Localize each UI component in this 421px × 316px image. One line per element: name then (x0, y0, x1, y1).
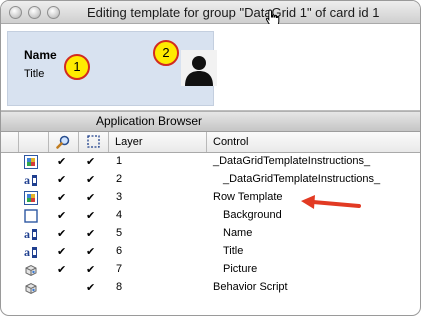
selectable-check[interactable]: ✔ (86, 209, 95, 222)
table-row[interactable]: a ✔ ✔ 2 _DataGridTemplateInstructions_ (1, 171, 420, 189)
app-browser-titlebar[interactable]: Application Browser (1, 111, 420, 132)
control-name[interactable]: Behavior Script (213, 281, 288, 293)
visible-check[interactable]: ✔ (57, 173, 66, 186)
selectable-check[interactable]: ✔ (86, 155, 95, 168)
template-window-titlebar[interactable]: Editing template for group "DataGrid 1" … (1, 1, 420, 24)
template-canvas: Name Title 1 2 (1, 24, 420, 110)
layer-number: 3 (116, 191, 123, 203)
layer-number: 7 (116, 263, 123, 275)
graphic-icon (24, 209, 38, 223)
visible-check[interactable]: ✔ (57, 191, 66, 204)
app-browser-title: Application Browser (96, 114, 203, 128)
visible-check[interactable]: ✔ (57, 227, 66, 240)
selectable-check[interactable]: ✔ (86, 227, 95, 240)
header-col-selected[interactable] (79, 132, 109, 152)
svg-text:a: a (24, 245, 30, 259)
callout-badge-2: 2 (153, 40, 179, 66)
visible-check[interactable]: ✔ (57, 245, 66, 258)
header-layer-label: Layer (115, 136, 143, 148)
layer-number: 4 (116, 209, 123, 221)
layer-number: 1 (116, 155, 123, 167)
visible-check[interactable]: ✔ (57, 155, 66, 168)
header-control-label: Control (213, 136, 249, 148)
selectable-check[interactable]: ✔ (86, 263, 95, 276)
zoom-button[interactable] (47, 6, 60, 19)
svg-text:a: a (24, 227, 30, 241)
header-col-icon[interactable] (19, 132, 49, 152)
header-col-blank[interactable] (1, 132, 19, 152)
layer-number: 8 (116, 281, 123, 293)
layer-number: 5 (116, 227, 123, 239)
layer-number: 6 (116, 245, 123, 257)
selectable-check[interactable]: ✔ (86, 191, 95, 204)
field-icon: a (24, 173, 37, 187)
svg-text:a: a (24, 173, 30, 187)
person-silhouette-icon[interactable] (181, 50, 217, 86)
header-col-visible[interactable] (49, 132, 79, 152)
field-icon: a (24, 245, 37, 259)
image-icon (25, 282, 37, 295)
image-icon (25, 264, 37, 277)
callout-badge-1: 1 (64, 54, 90, 80)
control-name[interactable]: _DataGridTemplateInstructions_ (223, 173, 380, 185)
group-icon (24, 191, 38, 205)
control-name[interactable]: Background (223, 209, 282, 221)
selectable-check[interactable]: ✔ (86, 281, 95, 294)
name-field[interactable]: Name (24, 48, 57, 62)
selection-marquee-icon (87, 135, 100, 148)
close-button[interactable] (9, 6, 22, 19)
selectable-check[interactable]: ✔ (86, 173, 95, 186)
control-name[interactable]: Name (223, 227, 252, 239)
table-row[interactable]: a ✔ ✔ 6 Title (1, 243, 420, 261)
table-header: Layer Control (1, 132, 420, 153)
control-name[interactable]: _DataGridTemplateInstructions_ (213, 155, 370, 167)
red-arrow-icon (301, 195, 361, 209)
field-icon: a (24, 227, 37, 241)
layer-number: 2 (116, 173, 123, 185)
control-name[interactable]: Title (223, 245, 243, 257)
control-name[interactable]: Row Template (213, 191, 283, 203)
visible-check[interactable]: ✔ (57, 209, 66, 222)
control-name[interactable]: Picture (223, 263, 257, 275)
magnifier-icon (56, 135, 70, 149)
header-col-layer[interactable]: Layer (109, 132, 207, 152)
group-icon (24, 155, 38, 169)
title-field[interactable]: Title (24, 68, 44, 80)
table-row[interactable]: ✔ ✔ 1 _DataGridTemplateInstructions_ (1, 153, 420, 171)
screenshot-frame: Editing template for group "DataGrid 1" … (0, 0, 421, 316)
table-row[interactable]: a ✔ ✔ 5 Name (1, 225, 420, 243)
row-template-preview[interactable]: Name Title 1 2 (7, 31, 217, 106)
table-row[interactable]: ✔ 8 Behavior Script (1, 279, 420, 297)
window-title: Editing template for group "DataGrid 1" … (87, 5, 380, 20)
minimize-button[interactable] (28, 6, 41, 19)
selectable-check[interactable]: ✔ (86, 245, 95, 258)
header-col-control[interactable]: Control (207, 132, 420, 152)
visible-check[interactable]: ✔ (57, 263, 66, 276)
table-row[interactable]: ✔ ✔ 7 Picture (1, 261, 420, 279)
